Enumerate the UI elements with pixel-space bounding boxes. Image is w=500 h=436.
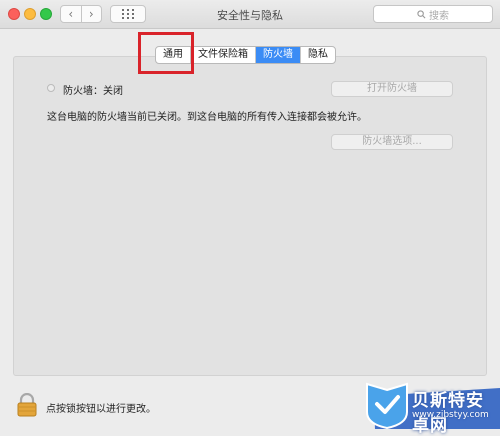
lock-hint: 点按锁按钮以进行更改。 [46,404,156,415]
title-bar: ‹ › 安全性与隐私 搜索 [0,0,500,29]
firewall-status-indicator [47,84,55,92]
turn-on-firewall-button[interactable]: 打开防火墙 [331,81,453,97]
firewall-options-button[interactable]: 防火墙选项... [331,134,453,150]
lock-icon [17,392,37,417]
search-icon [417,9,426,18]
watermark-url: www.zjbstyy.com [412,410,489,420]
firewall-status: 防火墙：关闭 [63,86,123,97]
firewall-description: 这台电脑的防火墙当前已关闭。到这台电脑的所有传入连接都会被允许。 [47,112,367,123]
tab-privacy[interactable]: 隐私 [301,47,335,63]
search-field[interactable]: 搜索 [373,5,493,23]
tab-firewall[interactable]: 防火墙 [256,47,301,63]
content-panel [13,56,487,376]
search-placeholder: 搜索 [429,10,449,22]
watermark-badge: 贝斯特安卓网 www.zjbstyy.com [365,380,500,436]
lock-button[interactable] [16,392,38,420]
tab-filevault[interactable]: 文件保险箱 [191,47,256,63]
annotation-highlight-box [138,32,194,74]
